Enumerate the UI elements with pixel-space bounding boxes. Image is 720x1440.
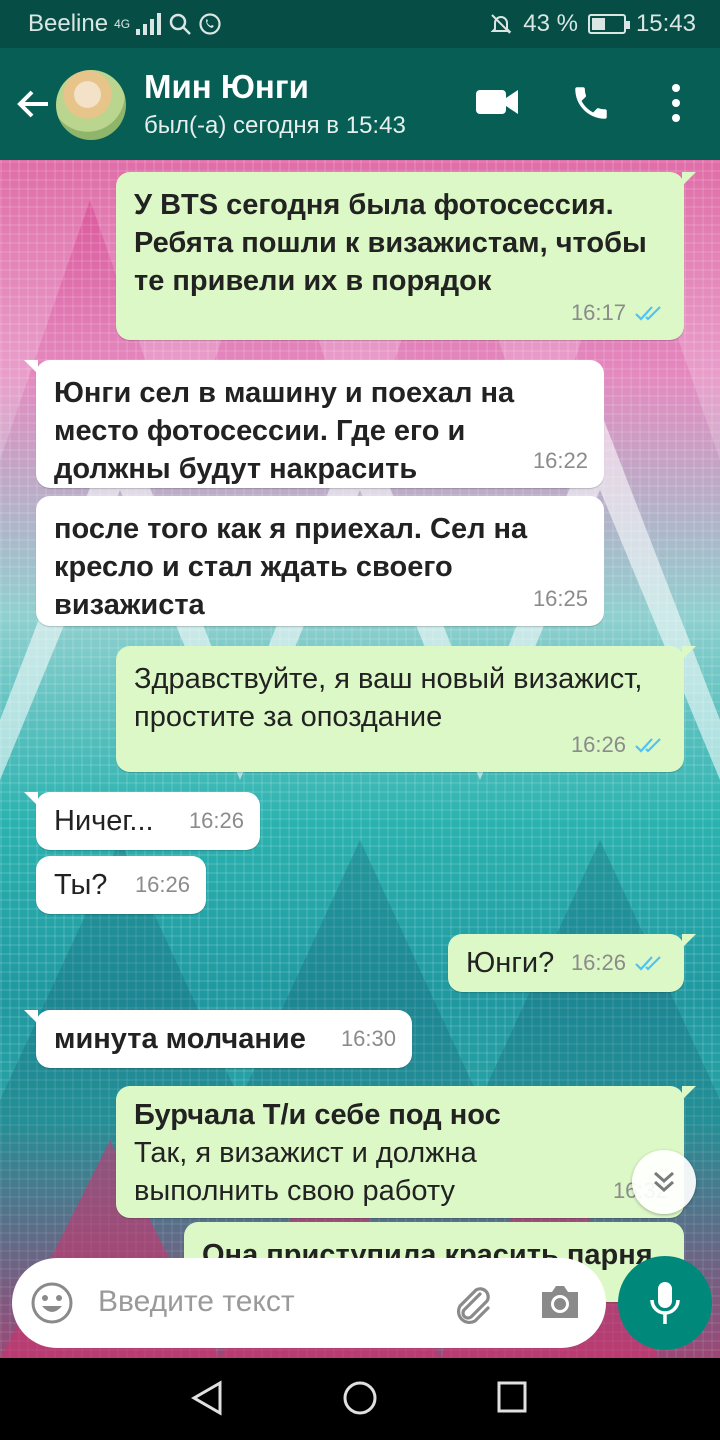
message-bubble-outgoing[interactable]: Бурчала Т/и себе под нос Так, я визажист… xyxy=(116,1086,696,1218)
whatsapp-icon xyxy=(199,13,221,35)
contact-avatar[interactable] xyxy=(56,70,126,140)
message-meta: 16:26 xyxy=(135,866,190,904)
message-meta: 16:26 xyxy=(189,802,244,840)
message-sender-note: Бурчала Т/и себе под нос xyxy=(134,1099,501,1131)
microphone-icon xyxy=(650,1282,680,1324)
message-meta: 16:26 xyxy=(571,726,668,764)
message-meta: 16:17 xyxy=(571,294,668,332)
read-ticks-icon xyxy=(635,306,661,321)
read-ticks-icon xyxy=(635,956,661,971)
bubble-tail xyxy=(24,1010,38,1024)
emoji-icon[interactable] xyxy=(30,1281,74,1325)
signal-icon xyxy=(136,13,162,35)
bubble-tail xyxy=(682,646,696,660)
read-ticks-icon xyxy=(635,738,661,753)
search-icon xyxy=(169,13,191,35)
message-time: 16:26 xyxy=(570,950,626,975)
nav-back-icon[interactable] xyxy=(190,1380,224,1416)
message-time: 16:26 xyxy=(134,872,190,897)
message-bubble-incoming[interactable]: Ничег... 16:26 xyxy=(24,792,260,850)
attach-paperclip-icon[interactable] xyxy=(448,1280,494,1326)
message-text: У BTS сегодня была фотосессия. Ребята по… xyxy=(134,189,647,297)
carrier-name: Beeline xyxy=(28,10,109,37)
status-bar: Beeline 4G 43 % 15:43 xyxy=(0,0,720,48)
message-time: 16:25 xyxy=(532,586,588,611)
battery-percent: 43 % xyxy=(523,10,578,37)
bubble-tail xyxy=(682,934,696,948)
message-meta: 16:25 xyxy=(533,580,588,618)
message-bubble-incoming[interactable]: Юнги сел в машину и поехал на место фото… xyxy=(24,360,604,488)
system-navigation-bar xyxy=(0,1358,720,1440)
last-seen-status: был(-а) сегодня в 15:43 xyxy=(144,112,406,139)
message-meta: 16:30 xyxy=(341,1020,396,1058)
message-bubble-outgoing[interactable]: Юнги? 16:26 xyxy=(448,934,696,992)
bubble-tail xyxy=(682,172,696,186)
battery-icon xyxy=(587,14,630,34)
camera-icon[interactable] xyxy=(538,1282,582,1322)
message-input[interactable]: Введите текст xyxy=(98,1285,295,1319)
double-chevron-down-icon xyxy=(654,1171,674,1193)
voice-record-button[interactable] xyxy=(618,1256,712,1350)
message-bubble-outgoing[interactable]: Здравствуйте, я ваш новый визажист, прос… xyxy=(116,646,696,772)
nav-recents-icon[interactable] xyxy=(496,1380,528,1414)
message-bubble-incoming[interactable]: минута молчание 16:30 xyxy=(24,1010,412,1068)
bubble-tail xyxy=(24,360,38,374)
message-bubble-outgoing[interactable]: У BTS сегодня была фотосессия. Ребята по… xyxy=(116,172,696,340)
phone-icon[interactable] xyxy=(570,82,612,124)
message-text: Так, я визажист и должна выполнить свою … xyxy=(134,1137,477,1207)
message-meta: 16:26 xyxy=(571,944,668,982)
message-time: 16:26 xyxy=(570,732,626,757)
more-vert-icon[interactable] xyxy=(664,82,688,124)
muted-bell-icon xyxy=(490,14,512,34)
message-text: Здравствуйте, я ваш новый визажист, прос… xyxy=(134,663,643,733)
message-time: 16:30 xyxy=(340,1026,396,1051)
contact-name[interactable]: Мин Юнги xyxy=(144,68,309,106)
back-arrow-icon[interactable] xyxy=(14,84,54,124)
message-time: 16:26 xyxy=(188,808,244,833)
network-type: 4G xyxy=(114,17,131,31)
message-bubble-incoming[interactable]: после того как я приехал. Сел на кресло … xyxy=(36,496,604,626)
nav-home-icon[interactable] xyxy=(342,1380,378,1416)
message-meta: 16:22 xyxy=(533,442,588,480)
message-text: Юнги сел в машину и поехал на место фото… xyxy=(54,377,515,485)
chat-area[interactable]: У BTS сегодня была фотосессия. Ребята по… xyxy=(0,160,720,1360)
bubble-tail xyxy=(682,1086,696,1100)
chat-header: Мин Юнги был(-а) сегодня в 15:43 xyxy=(0,48,720,160)
clock: 15:43 xyxy=(635,10,696,37)
message-composer: Введите текст xyxy=(12,1258,606,1348)
scroll-to-bottom-button[interactable] xyxy=(632,1150,696,1214)
message-text: после того как я приехал. Сел на кресло … xyxy=(54,513,528,621)
video-call-icon[interactable] xyxy=(474,82,520,122)
bubble-tail xyxy=(24,792,38,806)
message-bubble-incoming[interactable]: Ты? 16:26 xyxy=(36,856,206,914)
message-time: 16:17 xyxy=(570,300,626,325)
message-time: 16:22 xyxy=(532,448,588,473)
